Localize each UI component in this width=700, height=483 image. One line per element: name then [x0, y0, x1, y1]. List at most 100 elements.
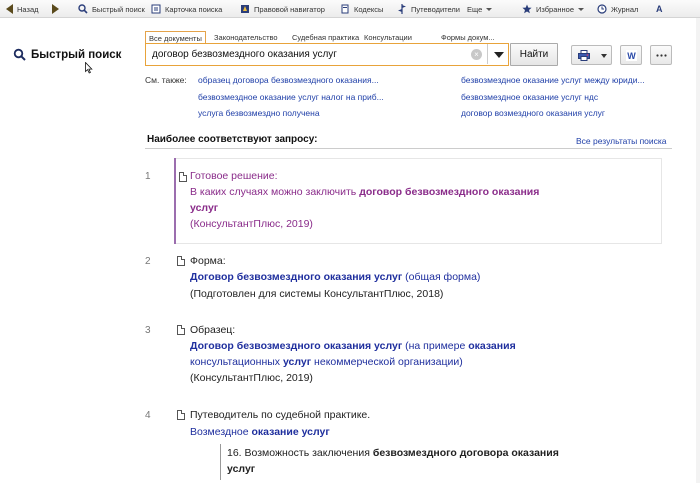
codes-label: Кодексы — [354, 4, 384, 14]
text-size-label: А — [656, 4, 663, 14]
result-3-source: (КонсультантПлюс, 2019) — [190, 372, 313, 384]
see-also-link[interactable]: безвозмездное оказание услуг налог на пр… — [198, 92, 384, 102]
result-kind: Форма: — [190, 255, 226, 267]
tab-label: Судебная практика — [292, 33, 360, 42]
document-icon — [177, 410, 185, 420]
result-number: 3 — [145, 325, 151, 336]
top-toolbar: Назад Быстрый поиск Карточка поиска Прав… — [0, 0, 700, 18]
back-button[interactable]: Назад — [6, 3, 39, 15]
search-card-label: Карточка поиска — [165, 4, 223, 14]
search-history-dropdown[interactable] — [487, 44, 509, 64]
favorites-label: Избранное — [536, 4, 575, 14]
word-icon: W — [626, 50, 637, 61]
result-title-bold: договор безвозмездного оказания — [359, 186, 540, 198]
result-source: (КонсультантПлюс, 2019) — [190, 372, 313, 384]
quote-bold: безвозмездного договора оказания — [372, 447, 559, 459]
more-actions-button[interactable] — [650, 45, 672, 65]
see-also-link[interactable]: услуга безвозмездно получена — [198, 108, 320, 118]
result-4-title[interactable]: Возмездное оказание услуг — [190, 426, 330, 438]
codes-button[interactable]: Кодексы — [340, 3, 383, 15]
chevron-down-icon — [486, 7, 493, 11]
guides-button[interactable]: Путеводители — [397, 3, 460, 15]
document-icon — [177, 325, 185, 335]
journal-button[interactable]: Журнал — [597, 3, 638, 15]
see-also-link[interactable]: образец договора безвозмездного оказания… — [198, 75, 379, 85]
legal-navigator-button[interactable]: Правовой навигатор — [240, 3, 325, 15]
guides-icon — [398, 4, 406, 14]
printer-icon — [578, 50, 590, 61]
all-results-link[interactable]: Все результаты поиска — [576, 136, 667, 146]
guides-label: Путеводители — [411, 4, 460, 14]
back-arrow-icon — [6, 4, 13, 14]
quick-search-title: Быстрый поиск — [13, 48, 121, 61]
result-4-kind: Путеводитель по судебной практике. — [190, 409, 370, 421]
search-field[interactable]: договор безвозмездного оказания услуг × — [145, 43, 509, 66]
divider — [145, 148, 672, 149]
more-button[interactable]: Еще — [467, 3, 493, 15]
result-title-text: (на примере — [402, 340, 469, 352]
quick-search-label: Быстрый поиск — [92, 4, 145, 14]
quote-text: 16. Возможность заключения — [227, 447, 373, 459]
result-title-text: консультационных — [190, 356, 283, 368]
tab-label: Все документы — [149, 34, 202, 43]
quick-search-button[interactable]: Быстрый поиск — [78, 3, 145, 15]
result-2-kind: Форма: — [190, 255, 226, 267]
result-1-title[interactable]: В каких случаях можно заключить договор … — [190, 186, 539, 198]
find-button[interactable]: Найти — [510, 43, 558, 66]
forward-button[interactable] — [52, 3, 59, 15]
chevron-down-icon — [494, 52, 504, 58]
scrollbar[interactable] — [696, 18, 700, 483]
document-icon — [177, 256, 185, 266]
export-word-button[interactable]: W — [620, 45, 642, 65]
see-also-link[interactable]: безвозмездное оказание услуг ндс — [461, 92, 598, 102]
result-title-bold: Договор безвозмездного оказания услуг — [190, 271, 403, 283]
find-button-label: Найти — [519, 49, 549, 60]
more-label: Еще — [467, 4, 483, 14]
search-card-icon — [151, 4, 161, 14]
favorites-button[interactable]: Избранное — [522, 3, 585, 15]
forward-arrow-icon — [52, 4, 59, 14]
result-title-text: Возмездное — [190, 426, 252, 438]
result-title-text: (общая форма) — [402, 271, 481, 283]
result-1-title-line2[interactable]: услуг — [190, 202, 218, 214]
result-title-text: некоммерческой организации) — [311, 356, 463, 368]
back-label: Назад — [17, 4, 39, 14]
results-header: Наиболее соответствуют запросу: — [147, 134, 318, 145]
result-title-bold: оказания — [468, 340, 516, 352]
star-icon — [522, 4, 532, 14]
search-card-button[interactable]: Карточка поиска — [151, 3, 222, 15]
see-also-label: См. также: — [145, 75, 187, 85]
result-4-quote-line2[interactable]: услуг — [227, 463, 255, 475]
result-3-title-line2[interactable]: консультационных услуг некоммерческой ор… — [190, 356, 463, 368]
ellipsis-icon — [656, 54, 667, 57]
result-2-source: (Подготовлен для системы КонсультантПлюс… — [190, 288, 443, 300]
result-source: (Подготовлен для системы КонсультантПлюс… — [190, 288, 444, 300]
result-number: 1 — [145, 171, 151, 182]
result-title-bold: услуг — [282, 356, 312, 368]
see-also-link[interactable]: безвозмездное оказание услуг между юриди… — [461, 75, 645, 85]
result-highlight-bar — [174, 158, 176, 244]
codes-icon — [341, 4, 349, 14]
search-input[interactable]: договор безвозмездного оказания услуг — [152, 49, 337, 60]
result-3-kind: Образец: — [190, 324, 235, 336]
quote-bold: услуг — [227, 463, 256, 475]
text-size-button[interactable]: А — [656, 3, 663, 15]
result-number: 4 — [145, 410, 151, 421]
navigator-icon — [241, 5, 249, 13]
journal-label: Журнал — [611, 4, 639, 14]
see-also-link[interactable]: договор возмездного оказания услуг — [461, 108, 605, 118]
chevron-down-icon — [601, 54, 607, 58]
clear-icon[interactable]: × — [471, 49, 482, 60]
result-3-title[interactable]: Договор безвозмездного оказания услуг (н… — [190, 340, 516, 352]
search-icon — [78, 4, 88, 14]
quote-bar — [220, 444, 221, 480]
document-icon — [179, 172, 187, 182]
result-4-quote[interactable]: 16. Возможность заключения безвозмездног… — [227, 447, 559, 459]
print-button[interactable] — [571, 45, 612, 65]
search-icon — [13, 48, 26, 61]
result-2-title[interactable]: Договор безвозмездного оказания услуг (о… — [190, 271, 480, 283]
result-title-bold: оказание услуг — [251, 426, 330, 438]
result-source: (КонсультантПлюс, 2019) — [190, 218, 313, 230]
result-1-source: (КонсультантПлюс, 2019) — [190, 218, 313, 230]
tab-label: Формы докум... — [441, 33, 495, 42]
